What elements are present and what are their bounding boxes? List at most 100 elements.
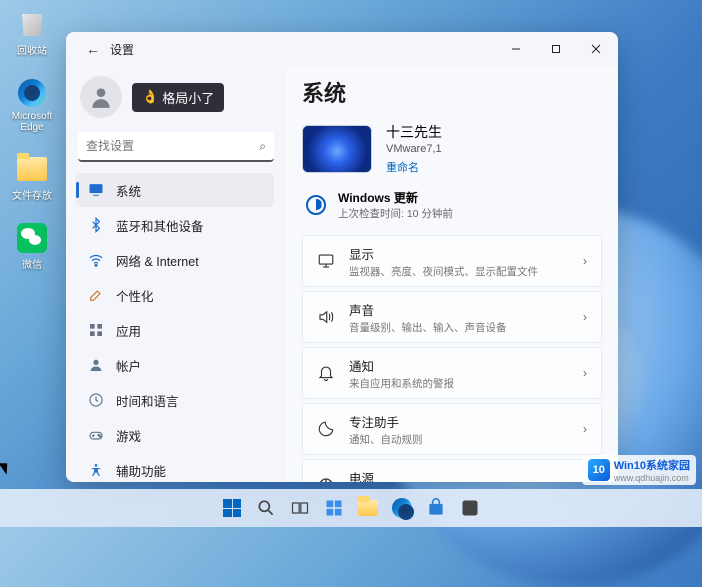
desktop-icons: 回收站 Microsoft Edge 文件存放 微信 — [8, 8, 56, 271]
personalize-icon — [88, 287, 104, 303]
nav-label: 个性化 — [116, 286, 154, 305]
taskbar — [0, 489, 702, 527]
device-block: 十三先生 VMware7,1 重命名 — [302, 122, 602, 175]
device-image — [302, 125, 372, 173]
profile-block[interactable]: 👌格局小了 — [72, 70, 280, 128]
card-title: 显示 — [349, 244, 569, 263]
minimize-button[interactable] — [496, 34, 536, 64]
settings-card-display[interactable]: 显示监视器、亮度、夜间模式、显示配置文件 › — [302, 235, 602, 287]
watermark-logo: 10 — [588, 459, 610, 481]
nav-label: 应用 — [116, 321, 141, 340]
sound-icon — [317, 308, 335, 326]
recycle-icon — [16, 8, 48, 40]
profile-name-badge: 👌格局小了 — [132, 83, 224, 112]
card-sub: 来自应用和系统的警报 — [349, 376, 569, 391]
device-model: VMware7,1 — [386, 143, 442, 155]
settings-window: ← 设置 👌格局小了 ⌕ 系统蓝牙和其他设备网络 & Internet 个性化应用… — [66, 32, 618, 482]
page-heading: 系统 — [302, 76, 602, 108]
card-title: 通知 — [349, 356, 569, 375]
nav-item-personalize[interactable]: 个性化 — [76, 278, 274, 312]
card-title: 专注助手 — [349, 412, 569, 431]
desktop-icon-wechat[interactable]: 微信 — [8, 222, 56, 271]
search-field[interactable] — [86, 139, 259, 153]
card-sub: 通知、自动规则 — [349, 432, 569, 447]
chevron-right-icon: › — [583, 366, 587, 380]
nav-list: 系统蓝牙和其他设备网络 & Internet 个性化应用帐户时间和语言游戏辅助功能… — [72, 172, 280, 482]
search-input[interactable]: ⌕ — [78, 132, 274, 162]
watermark-url: www.qdhuajin.com — [614, 473, 690, 483]
nav-label: 游戏 — [116, 426, 141, 445]
display-icon — [317, 252, 335, 270]
watermark: 10 Win10系统家园 www.qdhuajin.com — [582, 455, 696, 485]
desktop-icon-label: 回收站 — [17, 42, 47, 57]
nav-item-network[interactable]: 网络 & Internet — [76, 243, 274, 277]
task-view[interactable] — [285, 493, 315, 523]
taskbar-app[interactable] — [455, 493, 485, 523]
desktop-icon-label: Microsoft Edge — [8, 111, 56, 133]
desktop-icon-edge[interactable]: Microsoft Edge — [8, 77, 56, 133]
card-title: 声音 — [349, 300, 569, 319]
settings-card-notify[interactable]: 通知来自应用和系统的警报 › — [302, 347, 602, 399]
taskbar-explorer[interactable] — [353, 493, 383, 523]
search-icon: ⌕ — [259, 139, 266, 154]
nav-item-bluetooth[interactable]: 蓝牙和其他设备 — [76, 208, 274, 242]
update-icon — [306, 195, 326, 215]
nav-label: 帐户 — [116, 356, 141, 375]
settings-card-sound[interactable]: 声音音量级别、输出、输入、声音设备 › — [302, 291, 602, 343]
nav-item-accounts[interactable]: 帐户 — [76, 348, 274, 382]
titlebar: ← 设置 — [66, 32, 618, 66]
nav-label: 网络 & Internet — [116, 251, 199, 270]
device-name: 十三先生 — [386, 122, 442, 142]
update-sub: 上次检查时间: 10 分钟前 — [338, 206, 453, 221]
close-button[interactable] — [576, 34, 616, 64]
edge-icon — [18, 79, 46, 107]
taskbar-search[interactable] — [251, 493, 281, 523]
maximize-button[interactable] — [536, 34, 576, 64]
accessibility-icon — [88, 462, 104, 478]
power-icon — [317, 476, 335, 482]
accounts-icon — [88, 357, 104, 373]
card-sub: 音量级别、输出、输入、声音设备 — [349, 320, 569, 335]
desktop-icon-label: 微信 — [22, 256, 42, 271]
nav-label: 蓝牙和其他设备 — [116, 216, 204, 235]
chevron-right-icon: › — [583, 422, 587, 436]
back-button[interactable]: ← — [78, 41, 108, 57]
update-status[interactable]: Windows 更新 上次检查时间: 10 分钟前 — [306, 189, 602, 221]
desktop-icon-recycle[interactable]: 回收站 — [8, 8, 56, 57]
apps-icon — [88, 322, 104, 338]
nav-item-time[interactable]: 时间和语言 — [76, 383, 274, 417]
folder-icon — [17, 157, 47, 181]
update-title: Windows 更新 — [338, 189, 453, 206]
nav-item-system[interactable]: 系统 — [76, 173, 274, 207]
settings-card-power[interactable]: 电源睡眠、电池使用情况、节电模式› — [302, 459, 602, 482]
window-title: 设置 — [108, 41, 134, 58]
chevron-right-icon: › — [583, 310, 587, 324]
watermark-title: Win10系统家园 — [614, 457, 690, 473]
avatar — [80, 76, 122, 118]
card-sub: 监视器、亮度、夜间模式、显示配置文件 — [349, 264, 569, 279]
nav-label: 系统 — [116, 181, 141, 200]
focus-icon — [317, 420, 335, 438]
card-title: 电源 — [349, 468, 569, 483]
cursor-icon — [2, 460, 14, 476]
taskbar-edge[interactable] — [387, 493, 417, 523]
sidebar: 👌格局小了 ⌕ 系统蓝牙和其他设备网络 & Internet 个性化应用帐户时间和… — [66, 66, 286, 482]
network-icon — [88, 252, 104, 268]
chevron-right-icon: › — [583, 254, 587, 268]
nav-item-accessibility[interactable]: 辅助功能 — [76, 453, 274, 482]
settings-card-focus[interactable]: 专注助手通知、自动规则 › — [302, 403, 602, 455]
widgets[interactable] — [319, 493, 349, 523]
nav-label: 时间和语言 — [116, 391, 179, 410]
taskbar-store[interactable] — [421, 493, 451, 523]
time-icon — [88, 392, 104, 408]
content-area: 系统 十三先生 VMware7,1 重命名 Windows 更新 上次检查时间:… — [286, 66, 618, 482]
desktop-icon-label: 文件存放 — [12, 187, 52, 202]
system-icon — [88, 182, 104, 198]
desktop-icon-folder[interactable]: 文件存放 — [8, 153, 56, 202]
start-button[interactable] — [217, 493, 247, 523]
rename-link[interactable]: 重命名 — [386, 159, 442, 175]
nav-item-apps[interactable]: 应用 — [76, 313, 274, 347]
notify-icon — [317, 364, 335, 382]
nav-item-gaming[interactable]: 游戏 — [76, 418, 274, 452]
gaming-icon — [88, 427, 104, 443]
